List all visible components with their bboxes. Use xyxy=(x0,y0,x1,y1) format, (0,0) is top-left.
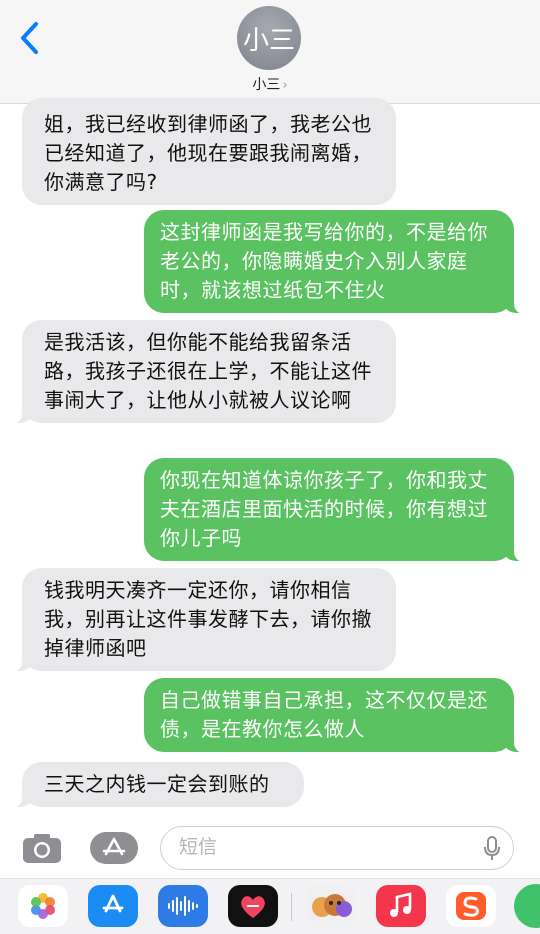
app-drawer xyxy=(0,878,540,934)
message-field[interactable] xyxy=(160,826,514,870)
apps-button[interactable] xyxy=(90,832,138,864)
microphone-icon[interactable] xyxy=(483,836,501,862)
message-input-bar xyxy=(0,820,540,878)
contact-avatar[interactable]: 小三 xyxy=(237,6,301,70)
message-bubble-incoming[interactable]: 钱我明天凑齐一定还你，请你相信我，别再让这件事发酵下去，请你撤掉律师函吧 xyxy=(10,568,396,672)
audio-app-icon[interactable] xyxy=(158,885,208,927)
chevron-right-icon: › xyxy=(282,78,288,93)
camera-icon[interactable] xyxy=(22,832,62,864)
app-store-icon xyxy=(102,837,126,856)
back-chevron-icon[interactable] xyxy=(16,20,46,56)
conversation-header: 小三 小三 › xyxy=(0,0,540,104)
memoji-app-icon[interactable] xyxy=(306,885,356,927)
contact-name-link[interactable]: 小三 › xyxy=(0,74,540,94)
sogou-app-icon[interactable] xyxy=(446,885,496,927)
more-app-icon[interactable] xyxy=(514,884,540,928)
music-app-icon[interactable] xyxy=(376,885,426,927)
message-input[interactable] xyxy=(179,836,459,858)
digital-touch-app-icon[interactable] xyxy=(228,885,278,927)
contact-name-label: 小三 xyxy=(252,77,281,93)
message-bubble-incoming[interactable]: 三天之内钱一定会到账的 xyxy=(10,762,304,808)
drawer-divider xyxy=(291,893,292,921)
message-bubble-outgoing[interactable]: 这封律师函是我写给你的，不是给你老公的，你隐瞒婚史介入别人家庭时，就该想过纸包不… xyxy=(144,210,526,314)
app-store-app-icon[interactable] xyxy=(88,885,138,927)
message-bubble-incoming[interactable]: 姐，我已经收到律师函了，我老公也已经知道了，他现在要跟我闹离婚，你满意了吗? xyxy=(22,98,396,205)
message-bubble-outgoing[interactable]: 自己做错事自己承担，这不仅仅是还债，是在教你怎么做人 xyxy=(144,678,526,753)
photos-app-icon[interactable] xyxy=(18,885,68,927)
message-bubble-incoming[interactable]: 是我活该，但你能不能给我留条活路，我孩子还很在上学，不能让这件事闹大了，让他从小… xyxy=(10,320,396,424)
message-bubble-outgoing[interactable]: 你现在知道体谅你孩子了，你和我丈夫在酒店里面快活的时候，你有想过你儿子吗 xyxy=(144,458,526,562)
